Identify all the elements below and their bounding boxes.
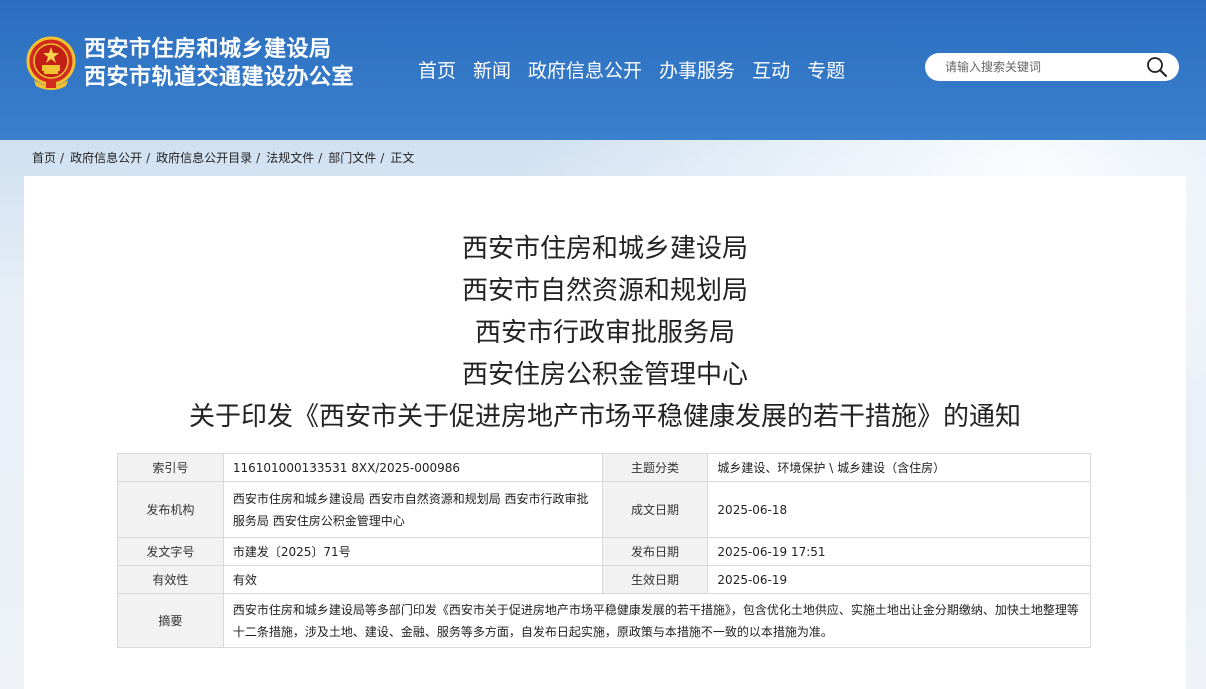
validity-value: 有效 — [222, 565, 603, 594]
breadcrumb: 首页 / 政府信息公开 / 政府信息公开目录 / 法规文件 / 部门文件 / 正… — [32, 150, 414, 166]
breadcrumb-separator: / — [60, 151, 65, 165]
title-line: 西安市自然资源和规划局 — [461, 276, 748, 306]
document-title: 西安市住房和城乡建设局 西安市自然资源和规划局 西安市行政审批服务局 西安住房公… — [24, 228, 1186, 438]
site-header: 西安市住房和城乡建设局 西安市轨道交通建设办公室 首页 新闻 政府信息公开 办事… — [0, 0, 1206, 140]
table-row: 摘要 西安市住房和城乡建设局等多部门印发《西安市关于促进房地产市场平稳健康发展的… — [117, 593, 1092, 648]
nav-interaction[interactable]: 互动 — [752, 58, 790, 84]
title-line: 西安市行政审批服务局 — [474, 318, 735, 348]
article-content: 西安市住房和城乡建设局 西安市自然资源和规划局 西安市行政审批服务局 西安住房公… — [24, 176, 1186, 689]
breadcrumb-separator: / — [146, 151, 151, 165]
table-row: 发布机构 西安市住房和城乡建设局 西安市自然资源和规划局 西安市行政审批服务局 … — [117, 481, 1091, 538]
abstract-value: 西安市住房和城乡建设局等多部门印发《西安市关于促进房地产市场平稳健康发展的若干措… — [222, 593, 1092, 648]
topic-value: 城乡建设、环境保护 \ 城乡建设（含住房） — [707, 453, 1091, 482]
org-name-line1: 西安市住房和城乡建设局 — [84, 37, 332, 62]
issuer-label: 发布机构 — [117, 481, 224, 538]
effective-date-value: 2025-06-19 — [707, 565, 1091, 594]
breadcrumb-home[interactable]: 首页 — [32, 150, 56, 166]
breadcrumb-separator: / — [256, 151, 261, 165]
breadcrumb-regulations[interactable]: 法规文件 — [266, 150, 314, 166]
validity-label: 有效性 — [117, 565, 224, 594]
main-nav: 首页 新闻 政府信息公开 办事服务 互动 专题 — [418, 58, 862, 84]
issuer-value: 西安市住房和城乡建设局 西安市自然资源和规划局 西安市行政审批服务局 西安住房公… — [222, 481, 603, 538]
national-emblem-icon — [26, 36, 76, 90]
breadcrumb-current: 正文 — [390, 151, 415, 165]
table-row: 索引号 116101000133531 8XX/2025-000986 主题分类… — [117, 453, 1091, 482]
title-line: 关于印发《西安市关于促进房地产市场平稳健康发展的若干措施》的通知 — [188, 402, 1021, 432]
site-name[interactable]: 西安市住房和城乡建设局 西安市轨道交通建设办公室 — [84, 36, 354, 92]
search-box — [925, 53, 1179, 81]
document-metadata-table: 索引号 116101000133531 8XX/2025-000986 主题分类… — [117, 453, 1092, 648]
title-line: 西安住房公积金管理中心 — [461, 360, 748, 390]
search-icon[interactable] — [1145, 56, 1169, 78]
nav-gov-info[interactable]: 政府信息公开 — [528, 58, 642, 84]
nav-home[interactable]: 首页 — [418, 58, 456, 84]
table-row: 发文字号 市建发〔2025〕71号 发布日期 2025-06-19 17:51 — [117, 537, 1091, 566]
abstract-label: 摘要 — [117, 593, 224, 648]
index-no-value: 116101000133531 8XX/2025-000986 — [222, 453, 603, 482]
effective-date-label: 生效日期 — [601, 565, 709, 594]
publish-date-label: 发布日期 — [601, 537, 709, 566]
written-date-value: 2025-06-18 — [707, 481, 1091, 538]
breadcrumb-separator: / — [318, 151, 323, 165]
table-row: 有效性 有效 生效日期 2025-06-19 — [117, 565, 1091, 594]
breadcrumb-gov-info-catalog[interactable]: 政府信息公开目录 — [156, 150, 252, 166]
doc-no-label: 发文字号 — [117, 537, 224, 566]
breadcrumb-gov-info[interactable]: 政府信息公开 — [70, 150, 142, 166]
search-input[interactable] — [945, 57, 1135, 77]
org-name-line2: 西安市轨道交通建设办公室 — [84, 65, 355, 90]
topic-label: 主题分类 — [601, 453, 709, 482]
doc-no-value: 市建发〔2025〕71号 — [222, 537, 603, 566]
breadcrumb-separator: / — [380, 151, 385, 165]
written-date-label: 成文日期 — [601, 481, 709, 538]
nav-topics[interactable]: 专题 — [807, 58, 845, 84]
nav-news[interactable]: 新闻 — [473, 58, 511, 84]
breadcrumb-dept-docs[interactable]: 部门文件 — [328, 150, 376, 166]
title-line: 西安市住房和城乡建设局 — [461, 234, 748, 264]
publish-date-value: 2025-06-19 17:51 — [707, 537, 1091, 566]
nav-services[interactable]: 办事服务 — [659, 58, 735, 84]
index-no-label: 索引号 — [117, 453, 224, 482]
